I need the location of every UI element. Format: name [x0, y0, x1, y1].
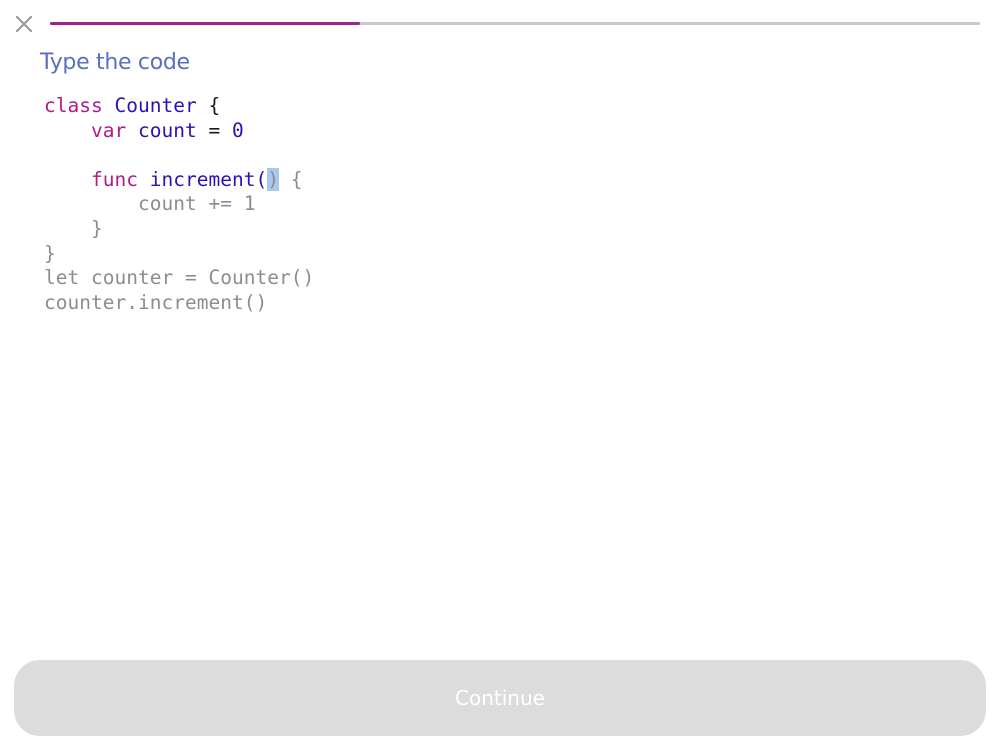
code-token: {	[208, 94, 221, 117]
typing-exercise-screen: Type the code class Counter { var count …	[0, 0, 1000, 750]
code-token: =	[208, 118, 221, 142]
code-line: var count = 0	[44, 119, 314, 144]
code-line: }	[44, 217, 314, 242]
code-line: func increment() {	[44, 167, 314, 193]
progress-bar-fill	[50, 22, 360, 25]
progress-bar	[50, 22, 980, 25]
code-token: Counter	[114, 94, 197, 117]
text-cursor: )	[267, 167, 279, 191]
code-token: counter.increment()	[44, 290, 268, 314]
code-token: var	[91, 118, 127, 142]
code-token: count	[138, 118, 197, 142]
code-line: }	[44, 242, 314, 267]
exercise-title: Type the code	[40, 50, 190, 75]
code-token: func	[91, 167, 138, 191]
code-token: }	[91, 216, 103, 240]
close-icon	[15, 15, 33, 33]
code-line: count += 1	[44, 192, 314, 217]
code-line: class Counter {	[44, 94, 314, 119]
code-line: counter.increment()	[44, 291, 314, 316]
code-line: let counter = Counter()	[44, 266, 314, 291]
code-token: }	[44, 241, 56, 265]
code-token: class	[44, 94, 103, 117]
continue-button[interactable]: Continue	[14, 660, 986, 736]
close-button[interactable]	[12, 12, 36, 36]
code-token: increment() {	[149, 167, 303, 191]
code-token: 0	[232, 118, 244, 142]
code-editor[interactable]: class Counter { var count = 0 func incre…	[44, 94, 314, 315]
code-token: let counter = Counter()	[44, 266, 315, 290]
code-token: count += 1	[138, 192, 256, 216]
